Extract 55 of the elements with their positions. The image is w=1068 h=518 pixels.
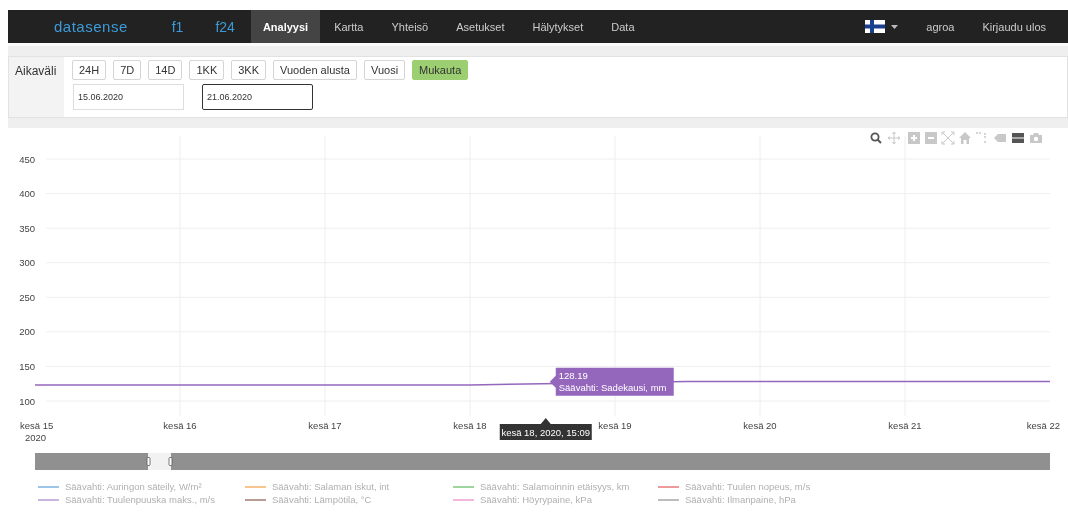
range-button[interactable]: 14D <box>148 60 183 80</box>
range-button[interactable]: 1KK <box>189 60 225 80</box>
range-button[interactable]: 24H <box>72 60 107 80</box>
range-button[interactable]: Mukauta <box>412 60 469 80</box>
range-button[interactable]: Vuosi <box>363 60 406 80</box>
tooltip-series: Säävahti: Sadekausi, mm <box>558 381 667 393</box>
zoom-out-icon[interactable] <box>925 132 937 144</box>
pan-icon[interactable] <box>887 131 901 145</box>
spikelines-icon[interactable] <box>975 132 986 145</box>
zoom-in-icon[interactable] <box>908 132 920 144</box>
hover-compare-icon[interactable] <box>1012 133 1024 143</box>
end-date-field[interactable]: 21.06.2020 <box>202 84 313 110</box>
y-tick-label: 300 <box>19 257 35 269</box>
y-tick-label: 250 <box>19 291 35 303</box>
x-tick-label: kesä 21 <box>888 420 922 431</box>
x-tick-label: kesä 16 <box>163 420 197 431</box>
y-tick-label: 400 <box>19 188 35 200</box>
user-link[interactable]: agroa <box>912 10 969 43</box>
camera-icon[interactable] <box>1030 133 1042 143</box>
zoom-icon[interactable] <box>870 132 882 144</box>
flag-icon[interactable] <box>865 20 886 33</box>
logo[interactable]: datasense <box>54 18 128 35</box>
nav-link[interactable]: Hälytykset <box>518 10 598 43</box>
nav-link[interactable]: f24 <box>199 10 251 43</box>
x-tick-label: kesä 20 <box>743 420 777 431</box>
y-tick-label: 350 <box>19 222 35 234</box>
y-tick-label: 200 <box>19 326 35 338</box>
range-button[interactable]: 7D <box>113 60 142 80</box>
range-button[interactable]: 3KK <box>231 60 267 80</box>
hover-closest-icon[interactable] <box>994 134 1006 142</box>
start-date-field[interactable]: 15.06.2020 <box>73 84 184 110</box>
y-tick-label: 150 <box>19 360 35 372</box>
tooltip-value: 128.19 <box>558 369 588 381</box>
x-hover-text: kesä 18, 2020, 15:09 <box>501 426 591 438</box>
nav-link[interactable]: Asetukset <box>442 10 519 43</box>
logout-link[interactable]: Kirjaudu ulos <box>968 10 1068 43</box>
nav-link[interactable]: Kartta <box>320 10 378 43</box>
range-slider[interactable] <box>35 453 1050 470</box>
x-tick-label: kesä 19 <box>598 420 632 431</box>
nav-link[interactable]: f1 <box>155 10 200 43</box>
caret-icon[interactable] <box>891 24 899 29</box>
x-tick-label: kesä 17 <box>308 420 342 431</box>
y-tick-label: 100 <box>19 395 35 407</box>
nav-link[interactable]: Data <box>597 10 649 43</box>
x-tick-label: kesä 15 <box>20 420 54 431</box>
x-tick-label: 2020 <box>25 432 47 443</box>
y-tick-label: 450 <box>19 153 35 165</box>
x-tick-label: kesä 22 <box>1026 420 1060 431</box>
nav-link[interactable]: Analyysi <box>250 10 321 43</box>
nav-link[interactable]: Yhteisö <box>377 10 443 43</box>
range-label: Aikaväli <box>9 57 64 117</box>
x-tick-label: kesä 18 <box>453 420 487 431</box>
autoscale-icon[interactable] <box>941 131 955 145</box>
home-icon[interactable] <box>959 132 971 144</box>
range-button[interactable]: Vuoden alusta <box>273 60 357 80</box>
